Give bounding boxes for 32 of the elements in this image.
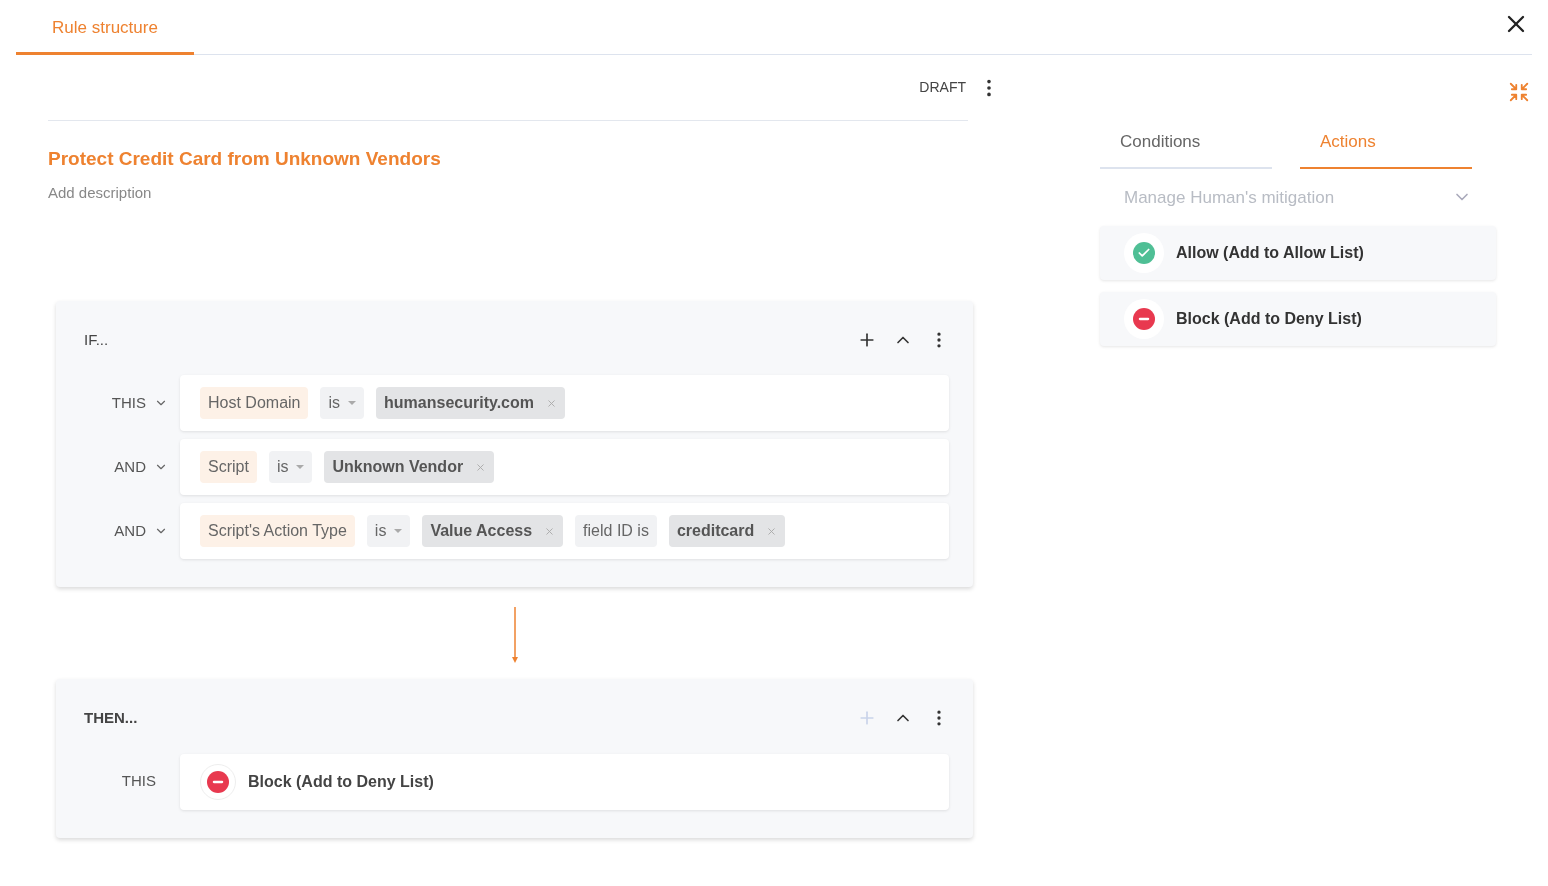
action-option[interactable]: Allow (Add to Allow List)	[1100, 226, 1496, 280]
check-icon	[1133, 242, 1155, 264]
description-field[interactable]: Add description	[48, 181, 348, 204]
field-chip[interactable]: Script's Action Type	[200, 515, 355, 547]
field-chip[interactable]: Script	[200, 451, 257, 483]
condition-text: field ID is	[575, 515, 657, 547]
minus-icon	[207, 770, 229, 793]
value-chip[interactable]: Value Access	[422, 515, 564, 547]
value-chip[interactable]: creditcard	[668, 515, 786, 547]
operator-dropdown[interactable]: is	[268, 451, 313, 483]
action-label: Block (Add to Deny List)	[248, 771, 434, 792]
connector-label: THIS	[120, 771, 157, 792]
caret-icon	[394, 529, 403, 533]
value-chip[interactable]: Unknown Vendor	[324, 451, 495, 483]
connector-dropdown[interactable]: AND	[84, 455, 180, 479]
rule-title: Protect Credit Card from Unknown Vendors	[48, 147, 442, 171]
caret-icon	[296, 465, 305, 469]
minus-icon	[1133, 308, 1155, 330]
operator-dropdown[interactable]: is	[366, 515, 411, 547]
connector-dropdown[interactable]: AND	[84, 519, 180, 543]
block-title: IF...	[84, 329, 109, 350]
collapse-panel-icon[interactable]	[1508, 81, 1530, 103]
block-title: THEN...	[84, 708, 138, 728]
panel-tab[interactable]: Conditions	[1100, 129, 1272, 169]
connector-dropdown[interactable]: THIS	[84, 391, 180, 415]
arrow-icon	[510, 607, 519, 663]
status-label: DRAFT	[919, 78, 966, 97]
caret-icon	[348, 401, 357, 405]
value-chip[interactable]: humansecurity.com	[376, 387, 565, 419]
action-option[interactable]: Block (Add to Deny List)	[1100, 292, 1496, 346]
operator-dropdown[interactable]: is	[320, 387, 365, 419]
field-chip[interactable]: Host Domain	[200, 387, 309, 419]
